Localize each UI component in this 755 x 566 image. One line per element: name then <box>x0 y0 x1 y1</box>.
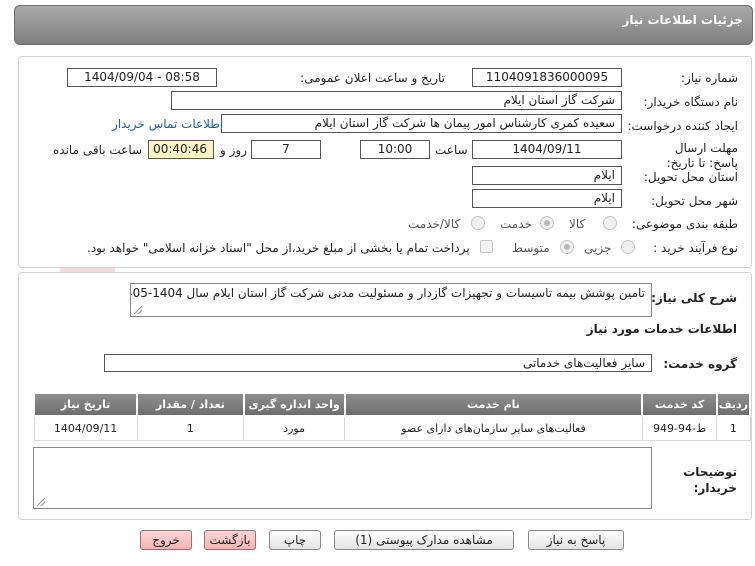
col-header-service-name: نام خدمت <box>343 392 644 417</box>
category-option-service: خدمت <box>500 217 532 231</box>
reply-button[interactable]: پاسخ به نیاز <box>528 530 624 550</box>
category-label: طبقه بندی موضوعی: <box>631 217 738 231</box>
col-header-unit: واحد اندازه گیری <box>242 392 346 417</box>
announce-datetime-field: 1404/09/04 - 08:58 <box>67 68 217 87</box>
deadline-time-label: ساعت <box>435 143 468 157</box>
days-field: 7 <box>251 140 321 159</box>
deadline-date-field: 1404/09/11 <box>472 140 622 159</box>
description-label: شرح کلی نیاز: <box>651 291 737 305</box>
buyer-notes-label: توضیحات خریدار: <box>683 465 737 495</box>
category-radio-goods-service[interactable] <box>471 216 485 230</box>
cell-service-code: ط-94-949 <box>641 415 718 441</box>
need-number-field: 1104091836000095 <box>472 68 622 87</box>
description-text: تامین پوشش بیمه تاسیسات و تجهیزات گازدار… <box>131 286 645 300</box>
process-radio-medium[interactable] <box>560 240 574 254</box>
need-info-panel <box>18 56 752 268</box>
col-header-need-date: تاریخ نیاز <box>32 392 139 417</box>
announce-datetime-label: تاریخ و ساعت اعلان عمومی: <box>300 71 445 85</box>
category-option-goods-service: کالا/خدمت <box>408 217 461 231</box>
days-label: روز و <box>220 143 247 157</box>
buyer-notes-field <box>33 447 652 509</box>
service-group-label: گروه خدمت: <box>663 357 737 371</box>
requester-field: سعیده کمری کارشناس امور پیمان ها شرکت گا… <box>221 114 622 133</box>
services-section-title: اطلاعات خدمات مورد نیاز <box>586 322 737 336</box>
service-group-field: سایر فعالیت‌های خدماتی <box>104 354 652 372</box>
page-title: جزئیات اطلاعات نیاز <box>622 13 743 27</box>
view-attachments-button[interactable]: مشاهده مدارک پیوستی (1) <box>334 530 514 550</box>
description-field: تامین پوشش بیمه تاسیسات و تجهیزات گازدار… <box>130 283 652 317</box>
cell-service-name: فعالیت‌های سایر سازمان‌های دارای عضو <box>344 415 643 441</box>
services-table-wrap: ردیف کد خدمت نام خدمت واحد اندازه گیری ت… <box>32 392 752 441</box>
services-table: ردیف کد خدمت نام خدمت واحد اندازه گیری ت… <box>32 392 752 441</box>
treasury-payment-note: پرداخت تمام یا بخشی از مبلغ خرید،از محل … <box>87 241 470 255</box>
deadline-time-field: 10:00 <box>360 140 430 159</box>
col-header-service-code: کد خدمت <box>641 392 718 417</box>
category-radio-goods[interactable] <box>603 216 617 230</box>
city-field: ایلام <box>472 189 622 208</box>
province-label: استان محل تحویل: <box>643 170 738 184</box>
requester-label: ایجاد کننده درخواست: <box>627 119 738 133</box>
cell-quantity: 1 <box>136 415 245 441</box>
city-label: شهر محل تحویل: <box>651 194 738 208</box>
print-button[interactable]: چاپ <box>269 530 321 550</box>
treasury-payment-checkbox[interactable] <box>480 240 493 253</box>
process-type-label: نوع فرآیند خرید : <box>653 241 738 255</box>
buyer-contact-link[interactable]: اطلاعات تماس خریدار <box>112 117 223 131</box>
process-option-minor: جزیی <box>584 241 612 255</box>
process-radio-minor[interactable] <box>621 240 635 254</box>
deadline-label: مهلت ارسال پاسخ: تا تاریخ: <box>666 141 738 170</box>
resize-grip-icon[interactable] <box>37 498 45 506</box>
services-table-header-row: ردیف کد خدمت نام خدمت واحد اندازه گیری ت… <box>32 392 752 417</box>
need-number-label: شماره نیاز: <box>681 71 738 85</box>
cell-need-date: 1404/09/11 <box>33 415 138 441</box>
exit-button[interactable]: خروج <box>140 530 192 550</box>
buyer-org-label: نام دستگاه خریدار: <box>643 95 739 109</box>
remaining-time-field: 00:40:46 <box>148 140 214 159</box>
category-radio-service[interactable] <box>540 216 554 230</box>
cell-unit: مورد <box>243 415 346 441</box>
col-header-row-number: ردیف <box>715 392 752 417</box>
resize-grip-icon[interactable] <box>134 306 142 314</box>
category-option-goods: کالا <box>569 217 586 231</box>
province-field: ایلام <box>472 166 622 185</box>
back-button[interactable]: بازگشت <box>204 530 256 550</box>
remaining-time-label: ساعت باقی مانده <box>53 143 143 157</box>
cell-row-number: 1 <box>716 415 751 441</box>
buyer-org-field: شرکت گاز استان ایلام <box>171 91 622 110</box>
table-row: 1 ط-94-949 فعالیت‌های سایر سازمان‌های دا… <box>33 415 751 441</box>
process-option-medium: متوسط <box>512 241 550 255</box>
col-header-quantity: تعداد / مقدار <box>136 392 245 417</box>
